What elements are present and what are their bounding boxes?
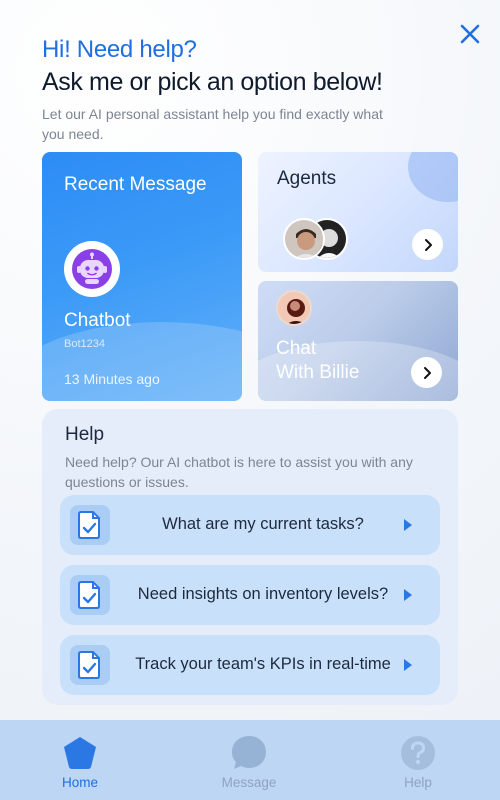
chat-title-line1: Chat	[276, 338, 317, 359]
help-panel: Help Need help? Our AI chatbot is here t…	[42, 409, 458, 705]
greeting-title: Hi! Need help?	[42, 36, 197, 63]
help-title: Help	[65, 424, 105, 445]
tab-label: Home	[61, 775, 98, 790]
chat-with-billie-title: Chat With Billie	[276, 337, 359, 385]
recent-message-title: Recent Message	[64, 174, 207, 195]
page-title: Ask me or pick an option below!	[42, 68, 383, 96]
bottom-tab-bar: Home Message Help	[0, 720, 500, 800]
play-arrow-icon	[404, 589, 412, 601]
tab-label: Message	[221, 775, 277, 790]
billie-avatar	[276, 290, 312, 326]
help-option-label: What are my current tasks?	[162, 515, 364, 533]
close-icon[interactable]	[456, 20, 484, 48]
card-decoration	[42, 322, 242, 401]
checklist-icon	[70, 505, 110, 545]
agents-title: Agents	[277, 168, 337, 189]
play-arrow-icon	[404, 659, 412, 671]
tab-home[interactable]: Home	[30, 720, 130, 800]
chatbot-handle: Bot1234	[64, 338, 105, 350]
chat-bubble-icon	[232, 736, 266, 769]
page-subtitle: Let our AI personal assistant help you f…	[42, 106, 383, 142]
chat-billie-arrow-button[interactable]	[411, 357, 442, 388]
chatbot-name: Chatbot	[64, 310, 131, 331]
help-option-label: Need insights on inventory levels?	[137, 585, 389, 603]
tab-label: Help	[404, 775, 432, 790]
chat-with-billie-card[interactable]: Chat With Billie	[258, 281, 458, 401]
recent-message-card[interactable]: Recent Message Chatbot Bot1234 13 Minute…	[42, 152, 242, 401]
agent-avatar	[283, 218, 325, 260]
agents-arrow-button[interactable]	[412, 229, 443, 260]
tab-message[interactable]: Message	[199, 720, 299, 800]
robot-icon	[72, 249, 112, 289]
play-arrow-icon	[404, 519, 412, 531]
help-description: Need help? Our AI chatbot is here to ass…	[65, 454, 413, 490]
chevron-right-icon	[424, 238, 432, 251]
help-option-inventory[interactable]: Need insights on inventory levels?	[60, 565, 440, 625]
help-screen: Hi! Need help? Ask me or pick an option …	[0, 0, 500, 720]
help-option-team-kpis[interactable]: Track your team's KPIs in real-time	[60, 635, 440, 695]
checklist-icon	[70, 645, 110, 685]
chatbot-avatar	[64, 241, 120, 297]
home-pentagon-icon	[64, 737, 96, 769]
message-timestamp: 13 Minutes ago	[64, 371, 160, 387]
help-option-label: Track your team's KPIs in real-time	[135, 655, 391, 673]
chat-title-line2: With Billie	[276, 362, 360, 383]
agents-card[interactable]: Agents	[258, 152, 458, 272]
card-decoration	[408, 152, 458, 202]
chevron-right-icon	[423, 366, 431, 379]
question-icon	[401, 736, 435, 770]
tab-help[interactable]: Help	[368, 720, 468, 800]
checklist-icon	[70, 575, 110, 615]
help-option-current-tasks[interactable]: What are my current tasks?	[60, 495, 440, 555]
